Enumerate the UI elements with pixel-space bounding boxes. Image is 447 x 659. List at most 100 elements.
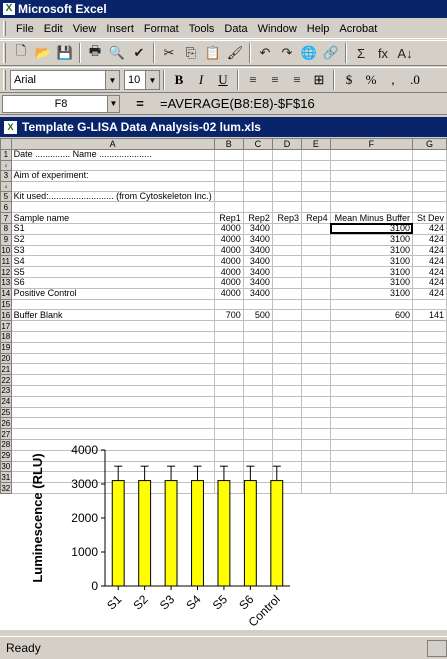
cell-g6[interactable] [412, 201, 447, 214]
select-all-corner[interactable] [0, 138, 12, 150]
cell-d15[interactable] [271, 298, 303, 311]
cell-e15[interactable] [301, 298, 331, 311]
hyperlink-icon[interactable]: 🌐 [298, 42, 320, 64]
cell-a32[interactable] [10, 482, 215, 494]
menu-data[interactable]: Data [219, 23, 252, 35]
row-header[interactable]: 25 [0, 406, 12, 419]
percent-icon[interactable]: % [360, 69, 382, 91]
row-header[interactable]: 24 [0, 395, 12, 408]
cell-d24[interactable] [271, 395, 303, 408]
cell-b2[interactable] [213, 159, 244, 171]
cell-a24[interactable] [10, 395, 215, 408]
cell-b5[interactable] [213, 190, 244, 203]
cell-g7[interactable]: St Dev [412, 212, 447, 224]
comma-icon[interactable]: , [382, 69, 404, 91]
cell-b3[interactable] [213, 169, 244, 182]
align-left-icon[interactable]: ≡ [242, 69, 264, 91]
cell-d7[interactable]: Rep3 [271, 212, 303, 224]
cell-f2[interactable] [329, 159, 414, 171]
cell-d22[interactable] [271, 374, 303, 386]
row-header[interactable]: 10 [0, 244, 12, 257]
cell-b20[interactable] [213, 352, 244, 365]
chevron-down-icon[interactable]: ▼ [105, 71, 119, 89]
row-header[interactable]: 29 [0, 449, 12, 462]
cell-a11[interactable]: S4 [10, 255, 215, 268]
cell-c29[interactable] [242, 449, 273, 462]
cell-f32[interactable] [329, 482, 414, 494]
cell-c31[interactable] [242, 471, 273, 484]
merge-center-icon[interactable]: ⊞ [308, 69, 330, 91]
cell-f17[interactable] [329, 320, 414, 332]
cell-a4[interactable] [10, 180, 215, 192]
cell-b6[interactable] [213, 201, 244, 214]
column-header-b[interactable]: B [213, 138, 244, 150]
cell-e27[interactable] [301, 428, 331, 440]
toolbar-grip[interactable] [3, 70, 6, 90]
cell-f18[interactable] [329, 330, 414, 343]
cell-c27[interactable] [242, 428, 273, 440]
row-header[interactable]: 30 [0, 460, 12, 473]
cell-d2[interactable] [271, 159, 303, 171]
row-header[interactable]: 9 [0, 233, 12, 246]
cell-b27[interactable] [213, 428, 244, 440]
cell-a29[interactable] [10, 449, 215, 462]
cell-c16[interactable]: 500 [242, 309, 273, 322]
row-header[interactable]: 3 [0, 169, 12, 182]
cell-d12[interactable] [271, 266, 303, 278]
cell-d10[interactable] [271, 244, 303, 257]
cell-b21[interactable] [213, 363, 244, 376]
cell-c30[interactable] [242, 460, 273, 473]
row-header[interactable]: 32 [0, 482, 12, 494]
row-header[interactable]: 20 [0, 352, 12, 365]
cell-c24[interactable] [242, 395, 273, 408]
row-header[interactable]: 11 [0, 255, 12, 268]
cell-b12[interactable]: 4000 [213, 266, 244, 278]
cell-d28[interactable] [271, 438, 303, 451]
toolbar-grip[interactable] [3, 43, 6, 63]
cell-d27[interactable] [271, 428, 303, 440]
cell-e20[interactable] [301, 352, 331, 365]
cell-c12[interactable]: 3400 [242, 266, 273, 278]
new-icon[interactable]: 🗋 [10, 42, 32, 64]
menu-edit[interactable]: Edit [39, 23, 68, 35]
cell-e31[interactable] [301, 471, 331, 484]
cut-icon[interactable]: ✂ [158, 42, 180, 64]
cell-f11[interactable]: 3100 [329, 255, 414, 268]
cell-g10[interactable]: 424 [412, 244, 447, 257]
row-header[interactable]: 26 [0, 417, 12, 430]
cell-f1[interactable] [329, 149, 414, 161]
cell-g5[interactable] [412, 190, 447, 203]
cell-b24[interactable] [213, 395, 244, 408]
cell-e5[interactable] [301, 190, 331, 203]
cell-e26[interactable] [301, 417, 331, 430]
cell-a30[interactable] [10, 460, 215, 473]
column-header-d[interactable]: D [271, 138, 303, 150]
cell-g26[interactable] [412, 417, 447, 430]
cell-e19[interactable] [301, 341, 331, 354]
cell-c8[interactable]: 3400 [242, 222, 273, 235]
menu-file[interactable]: File [11, 23, 39, 35]
cell-e28[interactable] [301, 438, 331, 451]
row-header[interactable]: 21 [0, 363, 12, 376]
row-header[interactable]: 17 [0, 320, 12, 332]
cell-a8[interactable]: S1 [10, 222, 215, 235]
cell-b18[interactable] [213, 330, 244, 343]
row-header[interactable]: 22 [0, 374, 12, 386]
cell-b19[interactable] [213, 341, 244, 354]
column-header-e[interactable]: E [301, 138, 331, 150]
cell-d11[interactable] [271, 255, 303, 268]
cell-d32[interactable] [271, 482, 303, 494]
menu-help[interactable]: Help [302, 23, 335, 35]
increase-decimal-icon[interactable]: .0 [404, 69, 426, 91]
cell-a31[interactable] [10, 471, 215, 484]
cell-g13[interactable]: 424 [412, 276, 447, 289]
cell-g4[interactable] [412, 180, 447, 192]
cell-f9[interactable]: 3100 [329, 233, 414, 246]
cell-d25[interactable] [271, 406, 303, 419]
cell-e22[interactable] [301, 374, 331, 386]
cell-f21[interactable] [329, 363, 414, 376]
cell-b14[interactable]: 4000 [213, 287, 244, 300]
cell-d8[interactable] [271, 222, 303, 235]
cell-b17[interactable] [213, 320, 244, 332]
cell-b9[interactable]: 4000 [213, 233, 244, 246]
